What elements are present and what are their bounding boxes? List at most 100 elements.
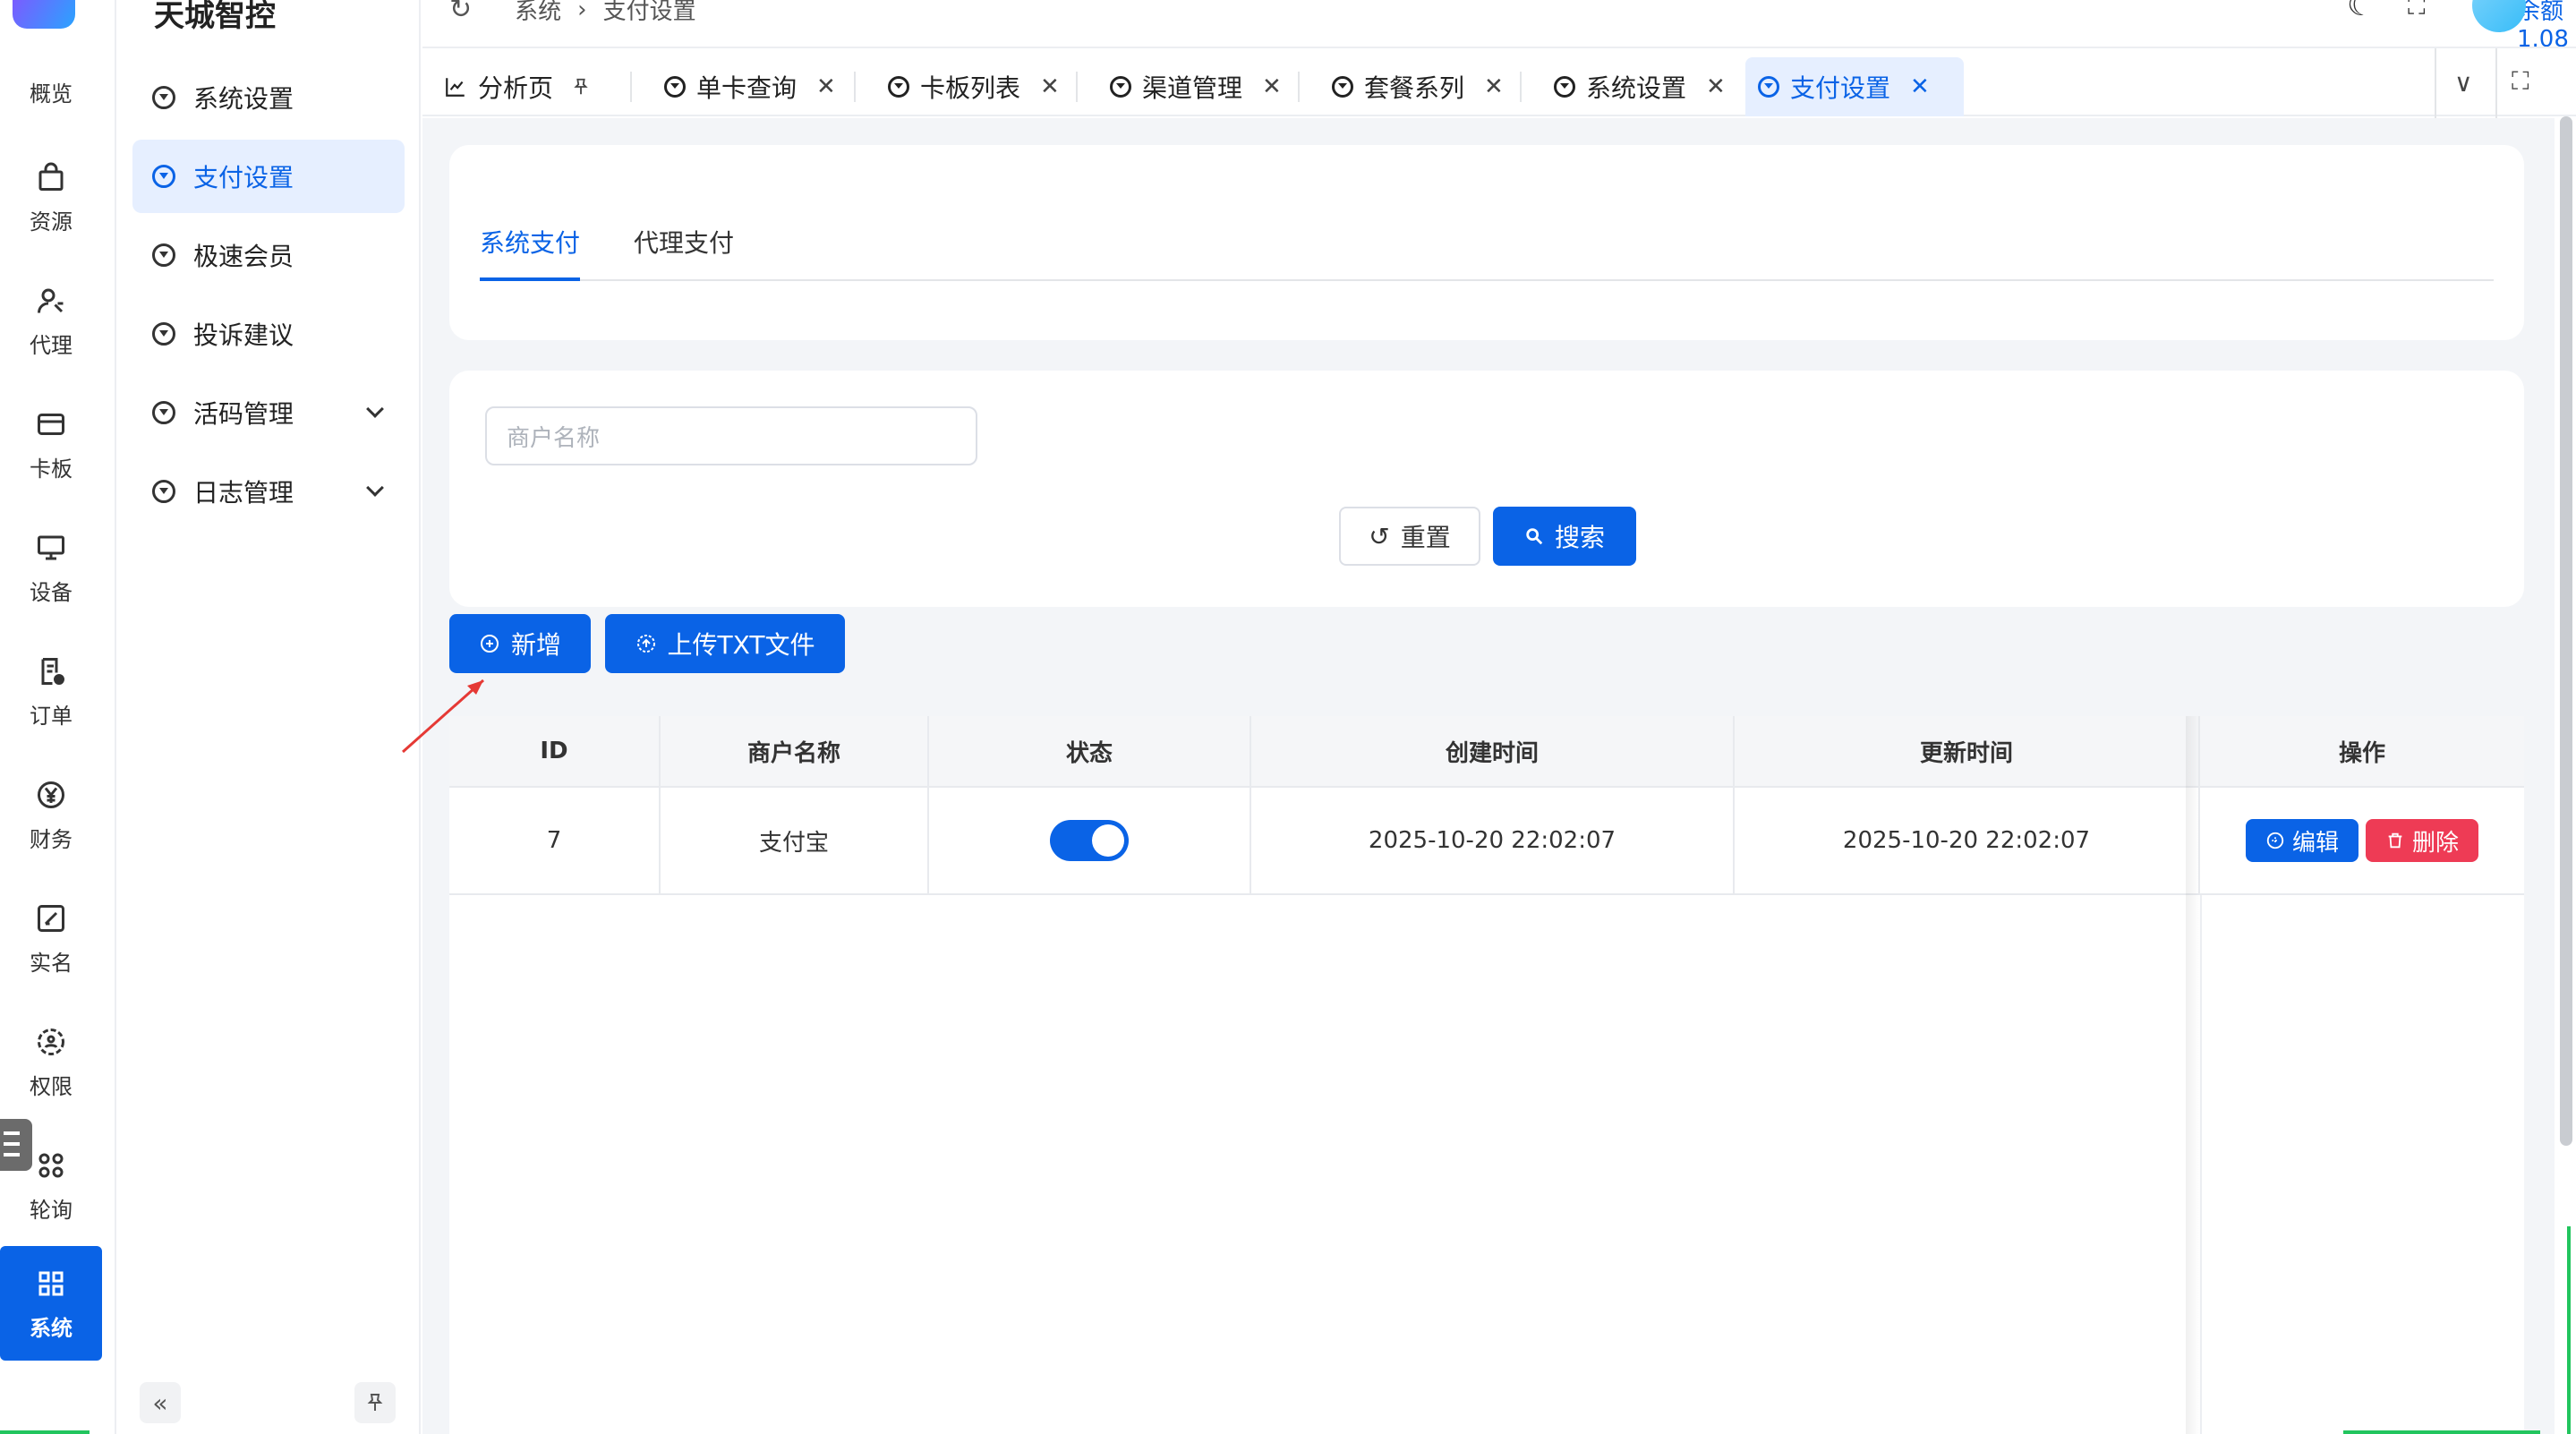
delete-button[interactable]: 删除 (2366, 819, 2478, 862)
sidebar-item-label: 投诉建议 (193, 320, 294, 350)
poll-icon (33, 1148, 69, 1183)
close-icon[interactable]: ✕ (1040, 73, 1060, 100)
tab-label: 支付设置 (1790, 73, 1891, 103)
breadcrumb-item-current: 支付设置 (602, 0, 696, 25)
upload-txt-button[interactable]: 上传TXT文件 (605, 614, 845, 673)
rail-item-resource[interactable]: 资源 (0, 140, 102, 254)
dark-mode-icon[interactable]: ☾ (2347, 0, 2374, 23)
rail-item-agent[interactable]: 代理 (0, 263, 102, 378)
tab-agent-payment[interactable]: 代理支付 (634, 224, 734, 260)
tabs-menu-chevron-icon[interactable]: ∨ (2454, 68, 2473, 98)
close-icon[interactable]: ✕ (1706, 73, 1726, 100)
fixed-column-divider (2200, 895, 2202, 1434)
status-toggle[interactable] (1050, 820, 1129, 861)
rail-item-order[interactable]: 订单 (0, 634, 102, 748)
close-icon[interactable]: ✕ (816, 73, 836, 100)
page-scrollbar[interactable] (2560, 116, 2572, 1146)
cell-created: 2025-10-20 22:02:07 (1251, 788, 1735, 895)
sidebar-item-complaints[interactable]: 投诉建议 (132, 297, 405, 371)
maximize-icon[interactable]: ⛶ (2512, 66, 2529, 97)
reset-icon: ↺ (1369, 521, 1390, 551)
circle-down-icon (152, 165, 175, 188)
tab-separator (2435, 48, 2436, 118)
agent-icon (33, 283, 69, 319)
reset-button[interactable]: ↺ 重置 (1339, 507, 1480, 566)
sidebar-item-label: 极速会员 (193, 242, 294, 271)
tab-system-settings[interactable]: 系统设置 ✕ (1541, 57, 1738, 116)
sidebar-item-payment-settings[interactable]: 支付设置 (132, 140, 405, 213)
sidebar-item-label: 支付设置 (193, 163, 294, 192)
rail-item-permission[interactable]: 权限 (0, 1004, 102, 1119)
app-title: 天城智控 (154, 0, 276, 34)
breadcrumb: ↻ 系统 › 支付设置 (449, 0, 696, 26)
sidebar-item-fast-member[interactable]: 极速会员 (132, 218, 405, 292)
pin-sidebar-button[interactable] (354, 1382, 396, 1423)
rail-item-label: 轮询 (30, 1197, 73, 1223)
close-icon[interactable]: ✕ (1262, 73, 1282, 100)
column-header-created: 创建时间 (1251, 716, 1735, 788)
close-icon[interactable]: ✕ (1910, 73, 1930, 100)
app-logo (13, 0, 75, 29)
circle-down-icon (152, 243, 175, 267)
fullscreen-icon[interactable]: ⛶ (2408, 0, 2426, 21)
progress-line (0, 1430, 90, 1434)
tab-card-list[interactable]: 卡板列表 ✕ (875, 57, 1072, 116)
tab-package[interactable]: 套餐系列 ✕ (1319, 57, 1516, 116)
collapse-sidebar-button[interactable]: « (140, 1382, 181, 1423)
cell-merchant: 支付宝 (661, 788, 929, 895)
tab-payment-settings[interactable]: 支付设置 ✕ (1745, 57, 1964, 116)
status-line-vertical (2567, 1226, 2571, 1434)
sub-sidebar: 天城智控 系统设置 支付设置 极速会员 投诉建议 活码管理 日志管理 « (118, 0, 421, 1434)
close-icon[interactable]: ✕ (1484, 73, 1504, 100)
delete-label: 删除 (2411, 829, 2459, 857)
rail-item-label: 代理 (30, 332, 73, 358)
add-button[interactable]: 新增 (449, 614, 591, 673)
tab-single-card[interactable]: 单卡查询 ✕ (652, 57, 849, 116)
breadcrumb-item[interactable]: 系统 (515, 0, 561, 26)
rail-item-card[interactable]: 卡板 (0, 387, 102, 501)
circle-down-icon (664, 76, 686, 98)
column-header-merchant: 商户名称 (661, 716, 929, 788)
column-header-status: 状态 (929, 716, 1251, 788)
drawer-handle[interactable] (0, 1119, 32, 1171)
rail-item-device[interactable]: 设备 (0, 510, 102, 625)
cell-actions: 编辑 删除 (2200, 788, 2524, 895)
search-card: 商户名称 ↺ 重置 搜索 (449, 371, 2524, 607)
column-header-updated: 更新时间 (1735, 716, 2200, 788)
merchant-name-input[interactable]: 商户名称 (485, 406, 977, 465)
pin-icon[interactable] (571, 77, 591, 97)
tab-separator (1298, 72, 1300, 102)
status-line (2343, 1430, 2540, 1434)
tab-label: 套餐系列 (1364, 73, 1465, 103)
tab-analysis[interactable]: 分析页 (431, 57, 603, 116)
rail-item-label: 卡板 (30, 456, 73, 482)
add-label: 新增 (510, 630, 561, 660)
active-tab-underline (480, 277, 580, 281)
order-icon (33, 653, 69, 689)
rail-item-realname[interactable]: 实名 (0, 881, 102, 995)
circle-down-icon (1554, 76, 1575, 98)
cell-updated: 2025-10-20 22:02:07 (1735, 788, 2200, 895)
search-icon (1526, 528, 1543, 545)
sidebar-item-system-settings[interactable]: 系统设置 (132, 61, 405, 134)
tab-channel[interactable]: 渠道管理 ✕ (1097, 57, 1294, 116)
rail-item-overview[interactable]: 概览 (0, 45, 102, 116)
sidebar-item-logs[interactable]: 日志管理 (132, 455, 405, 528)
chart-icon (446, 78, 465, 97)
circle-down-icon (1332, 76, 1353, 98)
tab-label: 卡板列表 (920, 73, 1021, 103)
refresh-icon[interactable]: ↻ (449, 0, 472, 25)
rail-item-finance[interactable]: 财务 (0, 757, 102, 872)
edit-button[interactable]: 编辑 (2246, 819, 2358, 862)
search-button[interactable]: 搜索 (1493, 507, 1636, 566)
sidebar-item-livecode[interactable]: 活码管理 (132, 376, 405, 449)
sidebar-item-label: 活码管理 (193, 399, 294, 429)
fixed-column-shadow (2186, 716, 2200, 1434)
tab-system-payment[interactable]: 系统支付 (480, 224, 580, 260)
upload-icon (636, 635, 655, 653)
cell-id: 7 (449, 788, 661, 895)
rail-item-system[interactable]: 系统 (0, 1246, 102, 1361)
plus-circle-icon (480, 635, 499, 653)
tab-separator (630, 72, 632, 102)
circle-down-icon (888, 76, 909, 98)
